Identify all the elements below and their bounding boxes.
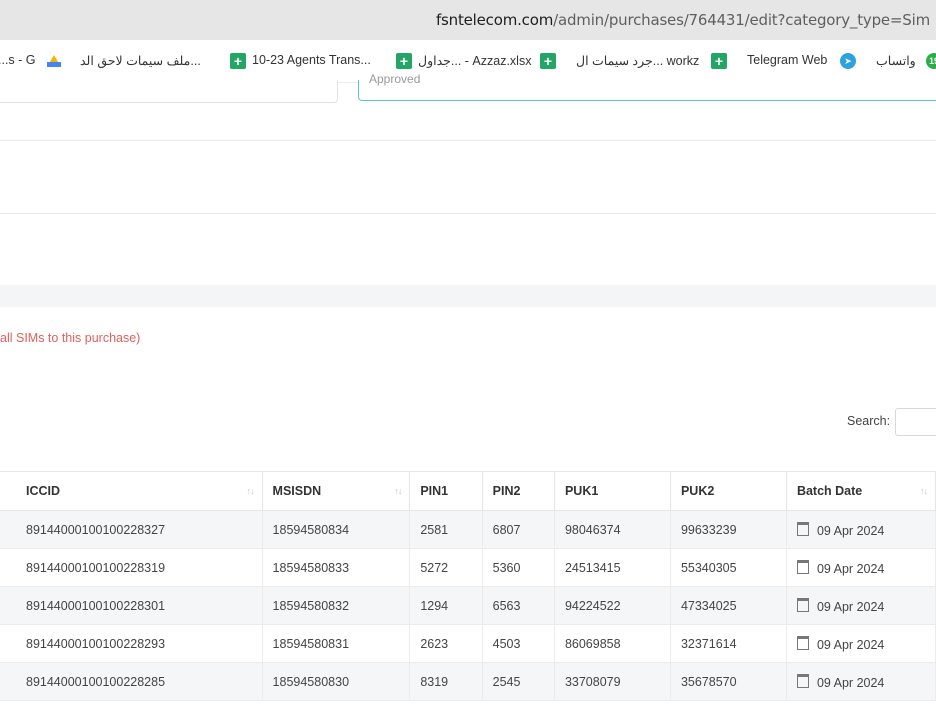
- cell-puk2: 47334025: [670, 586, 787, 625]
- table-row[interactable]: 89144000100100228327 18594580834 2581 68…: [0, 510, 936, 549]
- cell-iccid: 89144000100100228327: [0, 510, 263, 549]
- column-header-iccid[interactable]: ICCID ↑↓: [0, 471, 263, 511]
- cell-msisdn: 18594580833: [262, 548, 411, 587]
- left-select-field[interactable]: [0, 80, 338, 103]
- section-separator: [0, 285, 936, 307]
- table-row[interactable]: 89144000100100228301 18594580832 1294 65…: [0, 586, 936, 625]
- column-header-batch-date[interactable]: Batch Date ↑↓: [786, 471, 936, 511]
- column-label: ICCID: [26, 484, 61, 498]
- divider: [0, 213, 936, 214]
- cell-iccid: 89144000100100228319: [0, 548, 263, 587]
- bookmark-whatsapp[interactable]: واتساب: [876, 53, 916, 68]
- column-label: PUK1: [564, 484, 599, 498]
- cell-msisdn: 18594580834: [262, 510, 411, 549]
- batch-date-text: 09 Apr 2024: [816, 637, 885, 652]
- cell-pin2: 6807: [482, 510, 555, 549]
- table-row[interactable]: 89144000100100228319 18594580833 5272 53…: [0, 548, 936, 587]
- bookmark-workz[interactable]: جرد سيمات ال... workz: [576, 53, 699, 68]
- cell-iccid: 89144000100100228301: [0, 586, 263, 625]
- cell-batch-date: 09 Apr 2024: [786, 662, 936, 701]
- calendar-icon: [796, 559, 809, 574]
- cell-puk1: 94224522: [554, 586, 671, 625]
- column-label: PIN2: [492, 484, 521, 498]
- table-row[interactable]: 89144000100100228285 18594580830 8319 25…: [0, 662, 936, 701]
- address-bar[interactable]: fsntelecom.com/admin/purchases/764431/ed…: [0, 0, 936, 40]
- cell-puk1: 24513415: [554, 548, 671, 587]
- status-select-value: Approved: [369, 72, 421, 86]
- cell-pin2: 4503: [482, 624, 555, 663]
- cell-batch-date: 09 Apr 2024: [786, 510, 936, 549]
- cell-puk2: 35678570: [670, 662, 787, 701]
- bookmark-sim-file[interactable]: ملف سيمات لاحق الد...: [80, 53, 201, 68]
- cell-puk2: 55340305: [670, 548, 787, 587]
- cell-pin1: 2623: [409, 624, 483, 663]
- sort-icon[interactable]: ↑↓: [920, 486, 928, 496]
- bookmark-agents-trans[interactable]: 10-23 Agents Trans...: [252, 53, 371, 67]
- cell-batch-date: 09 Apr 2024: [786, 624, 936, 663]
- column-label: MSISDN: [272, 484, 322, 498]
- calendar-icon: [796, 635, 809, 650]
- calendar-icon: [796, 597, 809, 612]
- calendar-icon: [796, 673, 809, 688]
- sheets-icon: +: [230, 53, 246, 69]
- sim-table: ICCID ↑↓ MSISDN ↑↓ PIN1 PIN2 PUK1 PUK2 Bat…: [0, 471, 936, 701]
- cell-iccid: 89144000100100228285: [0, 662, 263, 701]
- cell-msisdn: 18594580830: [262, 662, 411, 701]
- column-header-puk2[interactable]: PUK2: [670, 471, 787, 511]
- cell-puk1: 86069858: [554, 624, 671, 663]
- cell-puk2: 99633239: [670, 510, 787, 549]
- search-label: Search:: [847, 414, 891, 428]
- search-input[interactable]: [895, 408, 936, 436]
- column-label: Batch Date: [796, 484, 863, 498]
- status-select-field[interactable]: Approved: [358, 72, 936, 101]
- cell-pin2: 6563: [482, 586, 555, 625]
- sort-icon[interactable]: ↑↓: [247, 486, 255, 496]
- url-host: fsntelecom.com: [435, 11, 554, 29]
- sheets-icon: +: [711, 53, 727, 69]
- column-header-pin1[interactable]: PIN1: [409, 471, 483, 511]
- cell-batch-date: 09 Apr 2024: [786, 586, 936, 625]
- divider: [0, 140, 936, 141]
- sheets-icon: +: [396, 53, 412, 69]
- bookmark-telegram[interactable]: Telegram Web: [747, 53, 827, 67]
- column-header-msisdn[interactable]: MSISDN ↑↓: [262, 471, 411, 511]
- column-label: PUK2: [680, 484, 715, 498]
- cell-pin1: 2581: [409, 510, 483, 549]
- sim-assign-note: all SIMs to this purchase): [0, 331, 141, 345]
- bookmark-drive-docs[interactable]: ...s - G: [0, 53, 36, 67]
- cell-pin2: 5360: [482, 548, 555, 587]
- url-path: /admin/purchases/764431/edit?category_ty…: [553, 11, 930, 29]
- cell-pin1: 5272: [409, 548, 483, 587]
- cell-pin1: 8319: [409, 662, 483, 701]
- cell-msisdn: 18594580832: [262, 586, 411, 625]
- google-drive-icon: [47, 55, 61, 67]
- cell-pin1: 1294: [409, 586, 483, 625]
- column-header-puk1[interactable]: PUK1: [554, 471, 671, 511]
- cell-pin2: 2545: [482, 662, 555, 701]
- column-label: PIN1: [420, 484, 449, 498]
- cell-puk2: 32371614: [670, 624, 787, 663]
- sort-icon[interactable]: ↑↓: [394, 486, 402, 496]
- cell-batch-date: 09 Apr 2024: [786, 548, 936, 587]
- batch-date-text: 09 Apr 2024: [816, 523, 885, 538]
- batch-date-text: 09 Apr 2024: [816, 675, 885, 690]
- sheets-icon: +: [540, 53, 556, 69]
- batch-date-text: 09 Apr 2024: [816, 561, 885, 576]
- batch-date-text: 09 Apr 2024: [816, 599, 885, 614]
- telegram-icon: ➤: [840, 53, 856, 69]
- bookmarks-bar: ...s - G ملف سيمات لاحق الد... + 10-23 A…: [0, 40, 936, 83]
- whatsapp-icon: 19: [926, 53, 936, 69]
- url-text[interactable]: fsntelecom.com/admin/purchases/764431/ed…: [436, 11, 930, 29]
- table-header-row: ICCID ↑↓ MSISDN ↑↓ PIN1 PIN2 PUK1 PUK2 Bat…: [0, 471, 936, 511]
- cell-msisdn: 18594580831: [262, 624, 411, 663]
- table-row[interactable]: 89144000100100228293 18594580831 2623 45…: [0, 624, 936, 663]
- column-header-pin2[interactable]: PIN2: [482, 471, 555, 511]
- cell-puk1: 98046374: [554, 510, 671, 549]
- cell-puk1: 33708079: [554, 662, 671, 701]
- calendar-icon: [796, 521, 809, 536]
- cell-iccid: 89144000100100228293: [0, 624, 263, 663]
- bookmark-azzaz[interactable]: جداول... - Azzaz.xlsx: [418, 53, 531, 68]
